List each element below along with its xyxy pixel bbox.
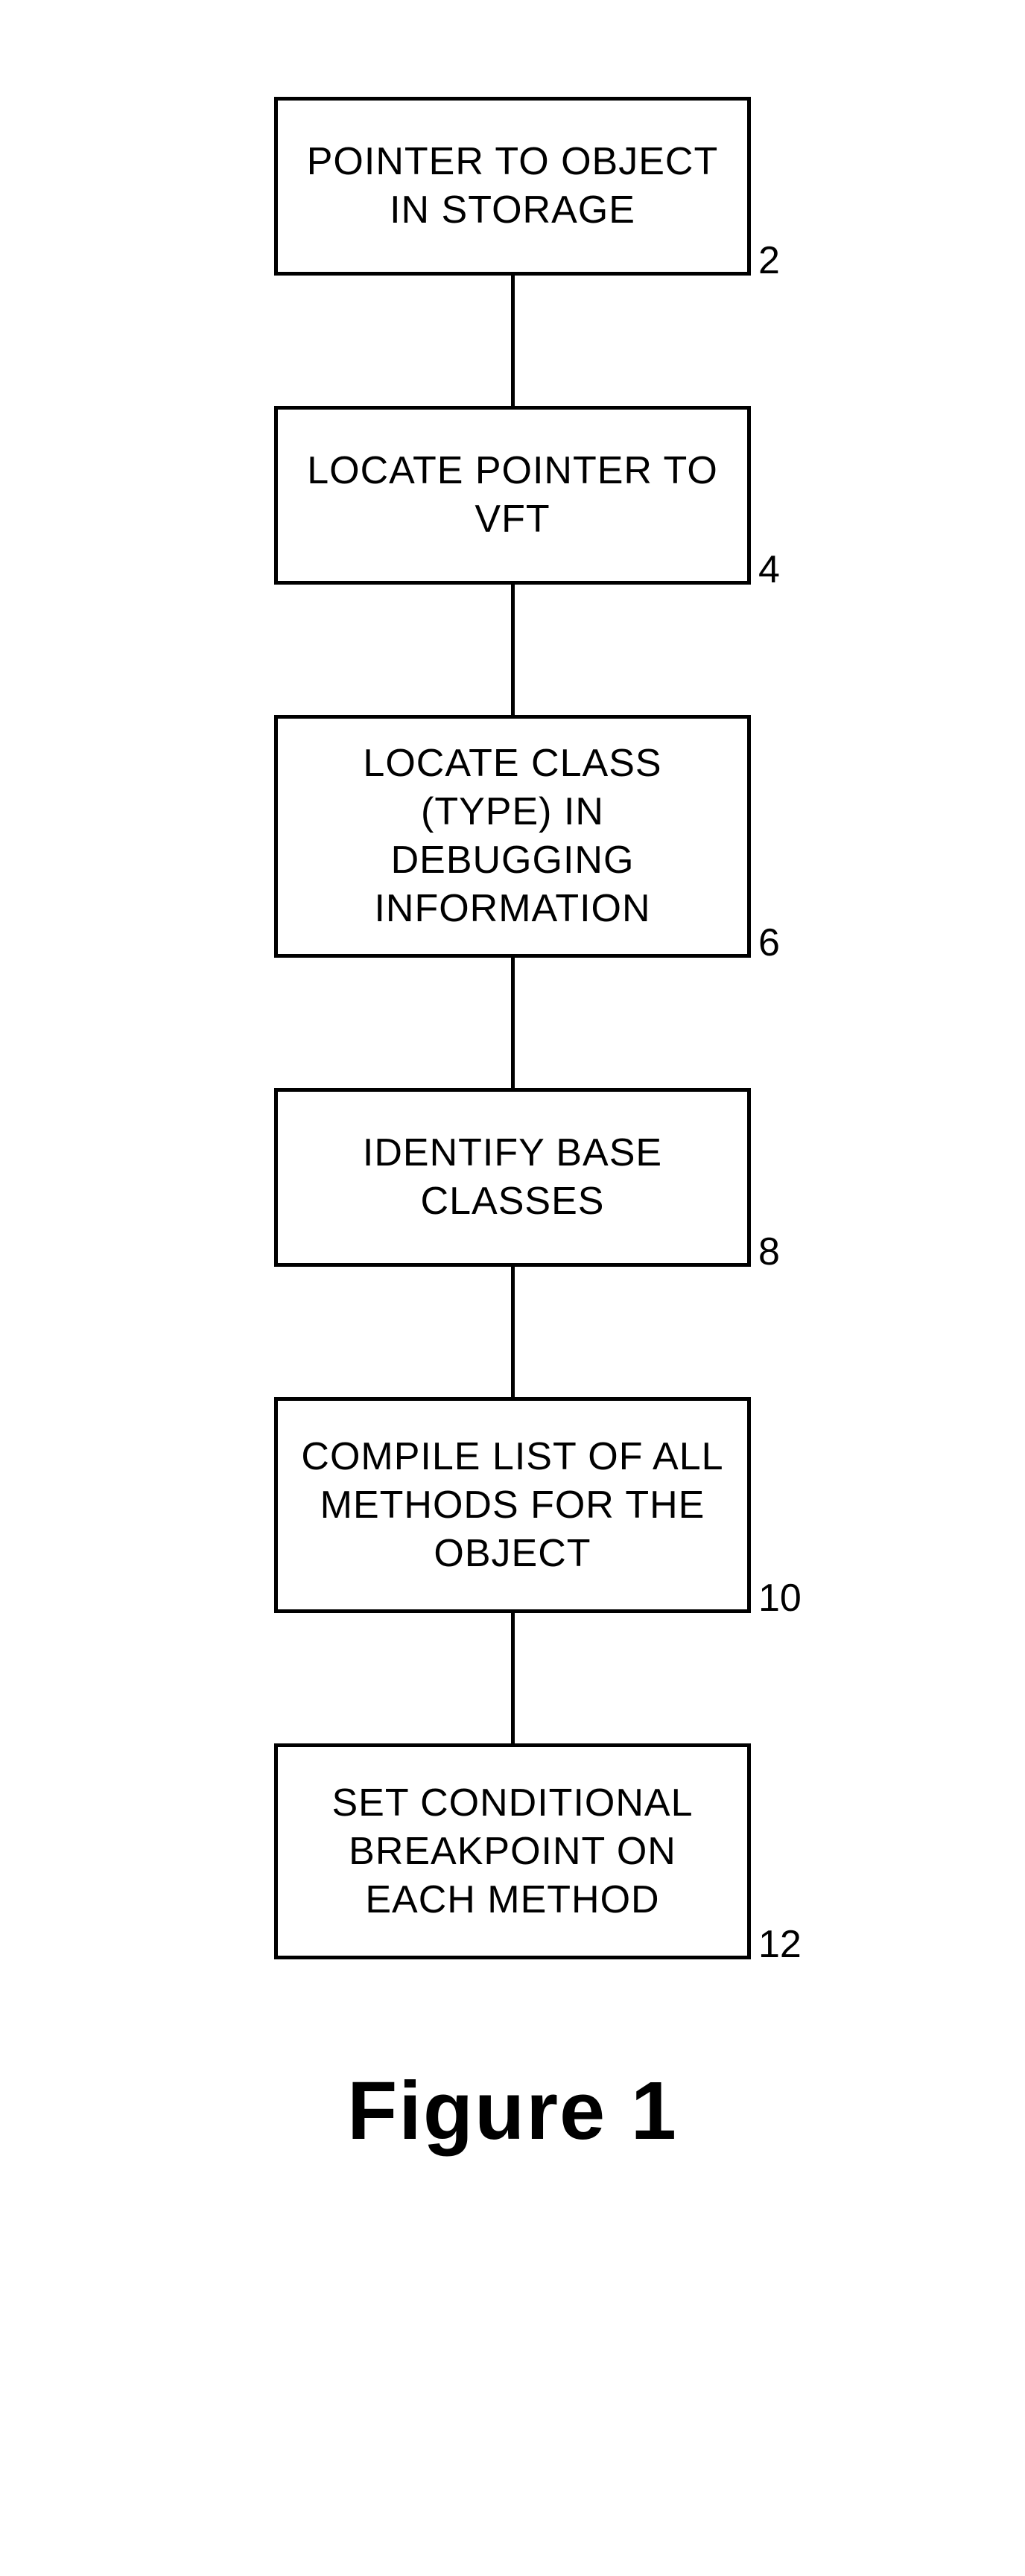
flow-node: LOCATE POINTER TO VFT 4 (0, 406, 1025, 585)
flow-box-label: COMPILE LIST OF ALL METHODS FOR THE OBJE… (300, 1433, 725, 1578)
flow-node: SET CONDITIONAL BREAKPOINT ON EACH METHO… (0, 1743, 1025, 1959)
flow-box: SET CONDITIONAL BREAKPOINT ON EACH METHO… (274, 1743, 751, 1959)
flow-box-number: 6 (758, 920, 780, 965)
flow-box: IDENTIFY BASE CLASSES (274, 1088, 751, 1267)
flow-box-label: LOCATE POINTER TO VFT (300, 447, 725, 544)
figure-caption: Figure 1 (0, 2064, 1025, 2158)
flow-node: POINTER TO OBJECT IN STORAGE 2 (0, 97, 1025, 276)
flow-box: LOCATE CLASS (TYPE) IN DEBUGGING INFORMA… (274, 715, 751, 958)
flow-box: POINTER TO OBJECT IN STORAGE (274, 97, 751, 276)
flow-box-label: SET CONDITIONAL BREAKPOINT ON EACH METHO… (300, 1779, 725, 1924)
page: POINTER TO OBJECT IN STORAGE 2 LOCATE PO… (0, 0, 1025, 2576)
flow-box: COMPILE LIST OF ALL METHODS FOR THE OBJE… (274, 1397, 751, 1613)
flow-box-label: IDENTIFY BASE CLASSES (300, 1129, 725, 1226)
flow-box-label: POINTER TO OBJECT IN STORAGE (300, 138, 725, 235)
flow-node: COMPILE LIST OF ALL METHODS FOR THE OBJE… (0, 1397, 1025, 1613)
flow-connector (511, 585, 515, 715)
flow-connector (511, 1267, 515, 1397)
flow-box-number: 10 (758, 1576, 802, 1621)
flow-box-number: 2 (758, 238, 780, 283)
flow-connector (511, 1613, 515, 1743)
flow-node: IDENTIFY BASE CLASSES 8 (0, 1088, 1025, 1267)
flow-connector (511, 276, 515, 406)
flow-box: LOCATE POINTER TO VFT (274, 406, 751, 585)
flow-box-number: 8 (758, 1230, 780, 1274)
flow-connector (511, 958, 515, 1088)
flowchart: POINTER TO OBJECT IN STORAGE 2 LOCATE PO… (0, 97, 1025, 1959)
flow-box-number: 12 (758, 1922, 802, 1967)
flow-node: LOCATE CLASS (TYPE) IN DEBUGGING INFORMA… (0, 715, 1025, 958)
flow-box-number: 4 (758, 547, 780, 592)
flow-box-label: LOCATE CLASS (TYPE) IN DEBUGGING INFORMA… (300, 740, 725, 933)
